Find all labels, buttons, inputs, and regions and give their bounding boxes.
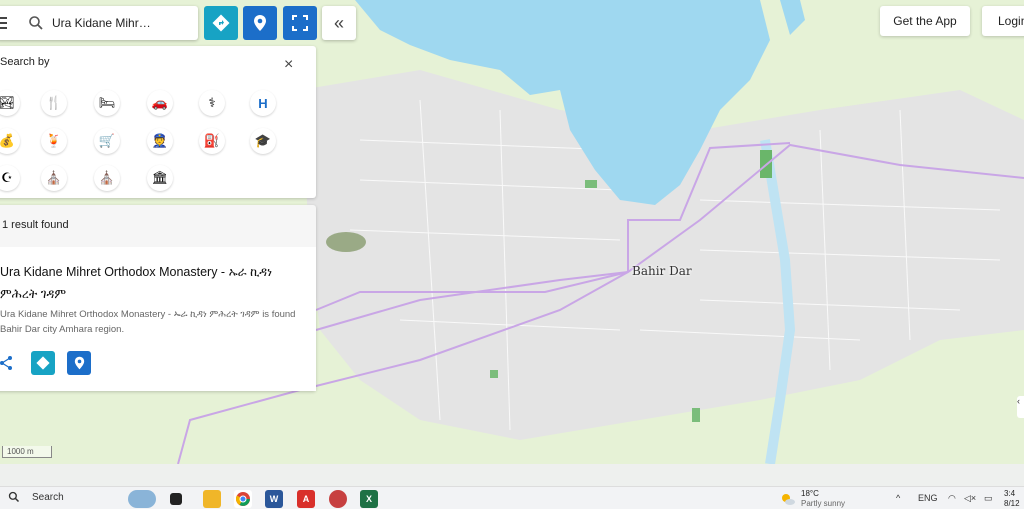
weather-widget[interactable]: 18°C Partly sunny [780, 489, 845, 509]
get-app-button[interactable]: Get the App [880, 6, 970, 36]
category-outdoor-icon[interactable]: 🏞 [0, 90, 20, 116]
clock-time: 3:4 [1004, 489, 1016, 498]
result-location-button[interactable] [67, 351, 91, 375]
category-restaurant-icon[interactable]: 🍴 [41, 90, 67, 116]
fullscreen-icon [292, 15, 308, 31]
app-icon[interactable] [329, 490, 347, 508]
location-button[interactable] [243, 6, 277, 40]
category-church-icon[interactable]: ⛪ [41, 165, 67, 191]
collapse-panel-button[interactable]: « [322, 6, 356, 40]
clock-date: 8/12 [1004, 499, 1020, 508]
chevron-up-icon[interactable]: ^ [896, 493, 900, 503]
chrome-icon[interactable] [234, 490, 252, 508]
category-bank-icon[interactable]: 💰 [0, 128, 20, 154]
close-icon[interactable]: × [284, 57, 293, 73]
lake-fringe [780, 0, 805, 35]
category-school-icon[interactable]: 🎓 [250, 128, 276, 154]
category-car-rental-icon[interactable]: 🚗 [147, 90, 173, 116]
taskbar-search-label: Search [32, 491, 64, 503]
weather-temp: 18°C [801, 489, 819, 498]
share-button[interactable] [0, 351, 18, 375]
login-button[interactable]: Login [982, 6, 1024, 36]
excel-icon[interactable]: X [360, 490, 378, 508]
category-hotel-icon[interactable]: 🛏 [94, 90, 120, 116]
search-input[interactable]: Ura Kidane Mihr… [52, 16, 151, 30]
windows-taskbar: Search W A X 18°C Partly sunny ^ ENG ◠ ◁… [0, 486, 1024, 509]
category-shopping-icon[interactable]: 🛒 [94, 128, 120, 154]
task-view-icon[interactable] [170, 493, 182, 505]
file-explorer-icon[interactable] [203, 490, 221, 508]
category-orthodox-church-icon[interactable]: ⛪ [94, 165, 120, 191]
widgets-icon[interactable] [128, 490, 156, 508]
category-entertainment-icon[interactable]: 🍹 [41, 128, 67, 154]
directions-icon [36, 356, 50, 370]
search-icon [29, 16, 43, 30]
double-chevron-left-icon: « [333, 12, 344, 33]
category-pharmacy-icon[interactable]: ⚕ [199, 90, 225, 116]
wifi-icon[interactable]: ◠ [948, 493, 956, 504]
result-directions-button[interactable] [31, 351, 55, 375]
category-mosque-icon[interactable]: ☪ [0, 165, 20, 191]
language-indicator[interactable]: ENG [918, 493, 938, 503]
volume-muted-icon[interactable]: ◁× [964, 493, 976, 504]
city-label-bahir-dar: Bahir Dar [632, 264, 692, 278]
directions-icon [212, 14, 230, 32]
weather-condition: Partly sunny [801, 499, 846, 508]
result-title[interactable]: Ura Kidane Mihret Orthodox Monastery - ኡ… [0, 261, 300, 305]
search-bar[interactable]: Ura Kidane Mihr… [0, 6, 198, 40]
category-government-icon[interactable]: 🏛 [147, 165, 173, 191]
category-police-icon[interactable]: 👮 [147, 128, 173, 154]
battery-icon[interactable]: ▭ [984, 493, 993, 504]
word-icon[interactable]: W [265, 490, 283, 508]
result-description: Ura Kidane Mihret Orthodox Monastery - ኡ… [0, 309, 296, 335]
fullscreen-button[interactable] [283, 6, 317, 40]
category-panel: Search by × 🏞 🍴 🛏 🚗 ⚕ H 💰 🍹 🛒 👮 ⛽ 🎓 ☪ ⛪ ⛪ 🏛 [0, 46, 316, 198]
directions-button[interactable] [204, 6, 238, 40]
category-hospital-icon[interactable]: H [250, 90, 276, 116]
category-panel-title: Search by [0, 56, 50, 68]
partly-sunny-icon [782, 494, 795, 505]
share-icon [0, 356, 12, 370]
result-count: 1 result found [2, 219, 69, 231]
acrobat-icon[interactable]: A [297, 490, 315, 508]
location-pin-icon [74, 356, 84, 370]
results-panel: 1 result found Ura Kidane Mihret Orthodo… [0, 205, 316, 391]
category-fuel-icon[interactable]: ⛽ [199, 128, 225, 154]
system-clock[interactable]: 3:4 8/12 [1004, 489, 1020, 509]
taskbar-search[interactable]: Search [8, 491, 64, 503]
menu-icon[interactable] [0, 17, 10, 29]
map-side-handle[interactable]: ‹ [1017, 396, 1024, 418]
search-icon [8, 491, 20, 503]
location-pin-icon [254, 15, 266, 31]
map-scale: 1000 m [2, 446, 52, 458]
